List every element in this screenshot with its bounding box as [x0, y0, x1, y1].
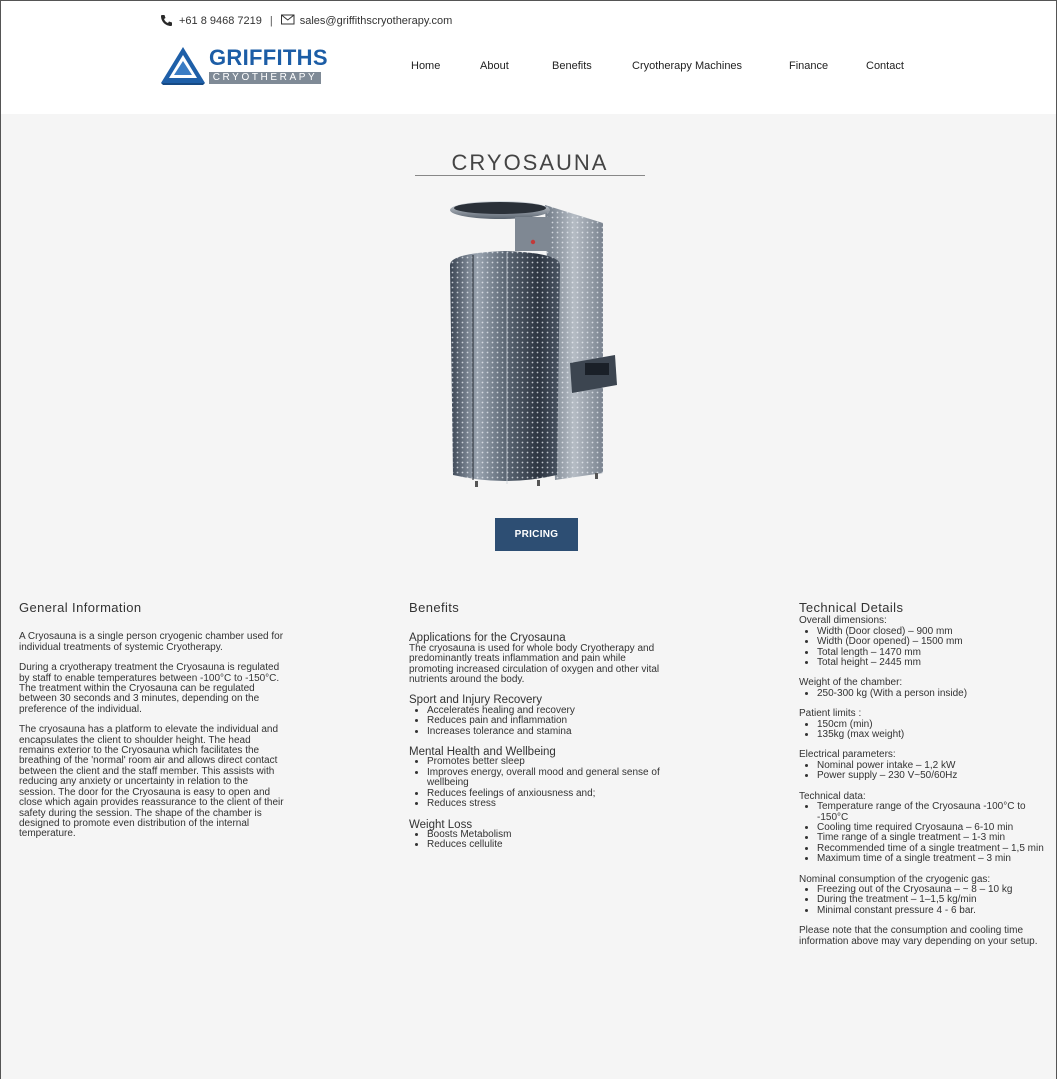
- site-header: +61 8 9468 7219 | sales@griffithscryothe…: [1, 1, 1056, 114]
- window-border-left: [0, 0, 1, 1079]
- site-logo[interactable]: GRIFFITHS CRYOTHERAPY: [159, 45, 329, 87]
- technical-heading: Technical Details: [799, 600, 904, 615]
- patient-limits-list: 150cm (min) 135kg (max weight): [799, 719, 1049, 741]
- list-item: Power supply – 230 V~50/60Hz: [817, 770, 1049, 781]
- nav-cryotherapy-machines[interactable]: Cryotherapy Machines: [632, 60, 742, 72]
- general-paragraph-2: During a cryotherapy treatment the Cryos…: [19, 662, 280, 715]
- weight-loss-list: Boosts Metabolism Reduces cellulite: [409, 829, 669, 851]
- dimensions-list: Width (Door closed) – 900 mm Width (Door…: [799, 626, 1049, 669]
- general-paragraph-3: The cryosauna has a platform to elevate …: [19, 724, 284, 840]
- mail-icon: [280, 14, 295, 27]
- electrical-list: Nominal power intake – 1,2 kW Power supp…: [799, 760, 1049, 782]
- logo-brand-text: GRIFFITHS: [209, 45, 328, 70]
- list-item: Temperature range of the Cryosauna -100°…: [817, 801, 1049, 823]
- technical-data-list: Temperature range of the Cryosauna -100°…: [799, 801, 1049, 864]
- nav-benefits[interactable]: Benefits: [552, 60, 592, 72]
- pricing-button[interactable]: PRICING: [495, 518, 578, 551]
- list-item: Reduces cellulite: [427, 839, 669, 850]
- benefits-column: Benefits Applications for the Cryosauna …: [409, 600, 669, 851]
- benefits-heading: Benefits: [409, 600, 460, 615]
- technical-details-column: Technical Details Overall dimensions: Wi…: [799, 600, 1049, 947]
- list-item: Maximum time of a single treatment – 3 m…: [817, 853, 1049, 864]
- nav-home[interactable]: Home: [411, 60, 440, 72]
- list-item: Reduces stress: [427, 798, 669, 809]
- general-information-heading: General Information: [19, 600, 142, 615]
- list-item: Increases tolerance and stamina: [427, 726, 669, 737]
- contact-bar: +61 8 9468 7219 | sales@griffithscryothe…: [160, 14, 452, 27]
- phone-icon: [160, 14, 174, 27]
- contact-separator: |: [269, 14, 273, 27]
- setup-note: Please note that the consumption and coo…: [799, 925, 1038, 947]
- phone-number[interactable]: +61 8 9468 7219: [179, 15, 262, 27]
- list-item: Total height – 2445 mm: [817, 657, 1049, 668]
- sport-list: Accelerates healing and recovery Reduces…: [409, 705, 669, 737]
- list-item: Improves energy, overall mood and genera…: [427, 767, 669, 789]
- applications-text: The cryosauna is used for whole body Cry…: [409, 642, 660, 686]
- general-paragraph-1: A Cryosauna is a single person cryogenic…: [19, 631, 284, 653]
- logo-sub-text: CRYOTHERAPY: [209, 72, 321, 84]
- nav-finance[interactable]: Finance: [789, 60, 828, 72]
- nav-contact[interactable]: Contact: [866, 60, 904, 72]
- gas-consumption-list: Freezing out of the Cryosauna – ~ 8 – 10…: [799, 884, 1049, 916]
- general-information-column: General Information A Cryosauna is a sin…: [19, 600, 284, 840]
- mental-list: Promotes better sleep Improves energy, o…: [409, 757, 669, 809]
- chamber-weight-list: 250-300 kg (With a person inside): [799, 688, 1049, 699]
- title-divider: [415, 175, 645, 176]
- nav-about[interactable]: About: [480, 60, 509, 72]
- list-item: 135kg (max weight): [817, 729, 1049, 740]
- logo-mountain-icon: [161, 47, 205, 85]
- page-title: CRYOSAUNA: [451, 149, 609, 175]
- list-item: Minimal constant pressure 4 - 6 bar.: [817, 905, 1049, 916]
- email-link[interactable]: sales@griffithscryotherapy.com: [300, 15, 453, 27]
- list-item: 250-300 kg (With a person inside): [817, 688, 1049, 699]
- cryosauna-product-image: [445, 195, 630, 490]
